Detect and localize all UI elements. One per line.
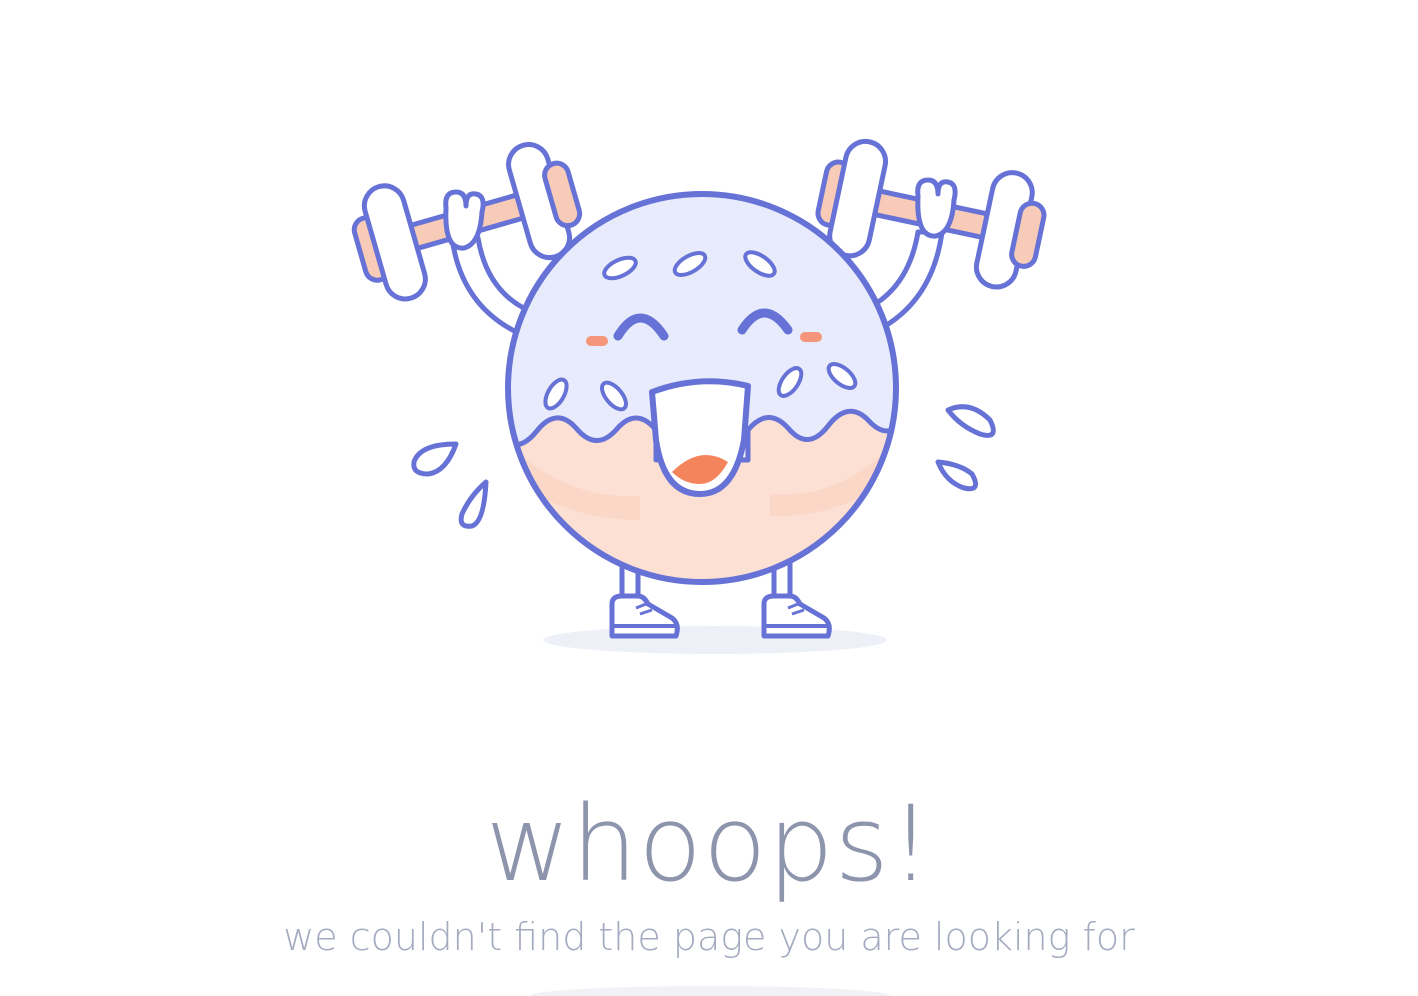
- mouth: [649, 378, 751, 497]
- left-hand: [443, 189, 486, 251]
- left-cheek: [586, 336, 608, 346]
- error-message: we couldn't find the page you are lookin…: [283, 915, 1135, 959]
- left-shoe-icon: [609, 593, 680, 639]
- ground-shadow: [543, 626, 887, 654]
- not-found-page: whoops! we couldn't find the page you ar…: [0, 0, 1418, 996]
- right-shoe-icon: [761, 593, 832, 639]
- right-hand: [915, 177, 958, 239]
- bottom-shadow: [530, 986, 890, 996]
- right-cheek: [800, 332, 822, 342]
- error-heading: whoops!: [485, 783, 933, 905]
- donut-weightlifter-illustration: [351, 138, 1047, 654]
